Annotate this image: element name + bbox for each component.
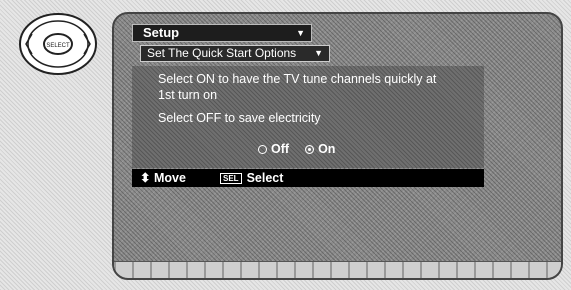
submenu-tab[interactable]: Set The Quick Start Options ▼: [140, 45, 330, 62]
menu-title-tab[interactable]: Setup ▼: [132, 24, 312, 42]
radio-off-icon: [258, 144, 267, 154]
menu-title: Setup: [143, 25, 180, 40]
quick-start-panel: Select ON to have the TV tune channels q…: [132, 66, 484, 168]
description-line-2: 1st turn on: [158, 88, 218, 102]
select-hint: SEL Select: [220, 169, 283, 187]
move-label: Move: [153, 171, 186, 185]
tv-screen: Setup ▼ Set The Quick Start Options ▼ Se…: [112, 12, 563, 280]
description-line-3: Select OFF to save electricity: [158, 111, 321, 125]
option-off-label: Off: [271, 142, 290, 156]
remote-dpad-illustration: SELECT: [18, 12, 98, 76]
up-down-arrow-icon: ⬍: [140, 171, 151, 185]
option-off[interactable]: Off: [258, 142, 289, 156]
footer-help-bar: ⬍ Move SEL Select: [132, 169, 484, 187]
dropdown-arrow-icon: ▼: [296, 28, 305, 38]
dropdown-arrow-icon: ▼: [314, 48, 323, 58]
move-hint: ⬍ Move: [140, 169, 186, 187]
description-line-1: Select ON to have the TV tune channels q…: [158, 72, 437, 86]
sel-key-icon: SEL: [220, 172, 242, 184]
quick-start-options: Off On: [258, 142, 335, 156]
tv-bottom-bezel: [114, 261, 561, 278]
remote-select-label: SELECT: [46, 43, 70, 49]
option-on-label: On: [318, 142, 336, 156]
radio-on-selected-icon: [305, 144, 315, 154]
submenu-title: Set The Quick Start Options: [147, 46, 297, 60]
option-on[interactable]: On: [305, 142, 335, 156]
select-label: Select: [246, 171, 284, 185]
